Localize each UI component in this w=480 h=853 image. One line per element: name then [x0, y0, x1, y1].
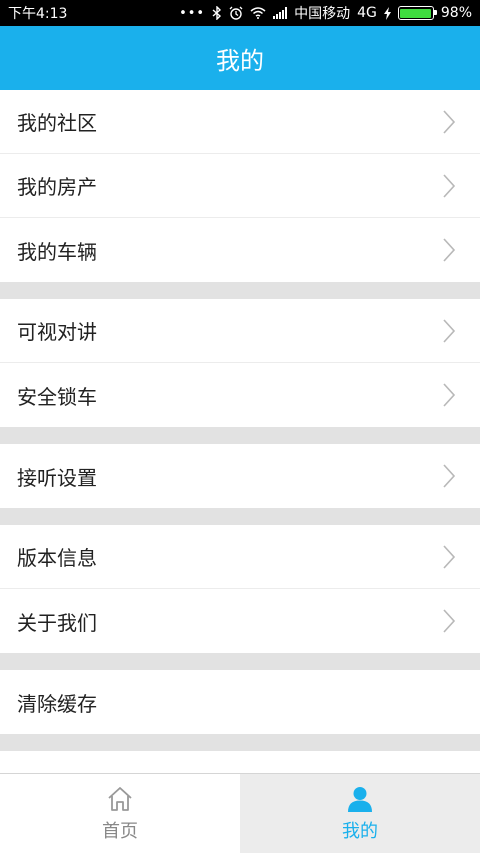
menu-item-my-vehicles[interactable]: 我的车辆 [0, 218, 480, 282]
menu-group-account: 我的社区 我的房产 我的车辆 [0, 90, 480, 282]
battery-level-fill [400, 8, 431, 18]
battery-icon [397, 6, 437, 20]
battery-percent: 98% [440, 5, 472, 21]
menu-item-label: 关于我们 [17, 610, 97, 635]
chevron-right-icon [443, 383, 456, 407]
status-bar: 下午4:13 ••• 中国移动 4G 98% [0, 0, 480, 26]
status-time: 下午4:13 [8, 6, 68, 22]
status-icons: ••• 中国移动 4G 98% [179, 3, 472, 23]
settings-list[interactable]: 我的社区 我的房产 我的车辆 可视对讲 安全锁车 接听设置 版本信息 关于我们 … [0, 90, 480, 773]
menu-item-label: 我的房产 [17, 175, 97, 199]
alarm-icon [229, 6, 243, 20]
charging-icon [383, 6, 391, 20]
menu-item-video-intercom[interactable]: 可视对讲 [0, 299, 480, 363]
menu-item-about-us[interactable]: 关于我们 [0, 589, 480, 653]
menu-item-answer-settings[interactable]: 接听设置 [0, 444, 480, 508]
group-divider [0, 282, 480, 299]
wifi-icon [250, 7, 266, 19]
menu-group-security: 可视对讲 安全锁车 [0, 299, 480, 427]
menu-item-version-info[interactable]: 版本信息 [0, 525, 480, 589]
chevron-right-icon [443, 609, 456, 633]
group-divider [0, 508, 480, 525]
menu-item-label: 可视对讲 [17, 320, 97, 344]
page-title: 我的 [216, 46, 264, 75]
bluetooth-icon [212, 6, 222, 20]
chevron-right-icon [443, 238, 456, 262]
chevron-right-icon [443, 109, 456, 134]
menu-item-clear-cache[interactable]: 清除缓存 [0, 670, 480, 734]
menu-item-label: 接听设置 [17, 465, 97, 490]
menu-item-label: 我的车辆 [17, 239, 97, 264]
group-divider [0, 653, 480, 670]
tab-home[interactable]: 首页 [0, 774, 240, 853]
menu-group-cache: 清除缓存 [0, 670, 480, 734]
menu-item-label: 版本信息 [17, 546, 97, 570]
chevron-right-icon [443, 173, 456, 198]
menu-item-safe-car-lock[interactable]: 安全锁车 [0, 363, 480, 427]
group-divider [0, 734, 480, 751]
menu-item-partially-visible[interactable] [0, 751, 480, 773]
menu-item-my-property[interactable]: 我的房产 [0, 154, 480, 218]
menu-item-label: 安全锁车 [17, 384, 97, 409]
tab-label: 我的 [342, 820, 378, 842]
more-dots-icon: ••• [179, 5, 206, 21]
title-bar: 我的 [0, 26, 480, 90]
chevron-right-icon [443, 464, 456, 488]
tab-mine[interactable]: 我的 [240, 774, 480, 853]
tab-label: 首页 [102, 820, 138, 842]
menu-group-about: 版本信息 关于我们 [0, 525, 480, 653]
group-divider [0, 427, 480, 444]
home-icon [108, 786, 132, 811]
carrier-name: 中国移动 [294, 6, 351, 22]
menu-item-my-community[interactable]: 我的社区 [0, 90, 480, 154]
menu-item-label: 清除缓存 [17, 691, 97, 716]
menu-group-call: 接听设置 [0, 444, 480, 508]
menu-item-label: 我的社区 [17, 111, 97, 135]
signal-icon [273, 7, 288, 19]
bottom-tab-bar: 首页 我的 [0, 773, 480, 853]
user-icon [348, 786, 372, 812]
network-type: 4G [357, 5, 377, 21]
chevron-right-icon [443, 318, 456, 343]
chevron-right-icon [443, 544, 456, 569]
